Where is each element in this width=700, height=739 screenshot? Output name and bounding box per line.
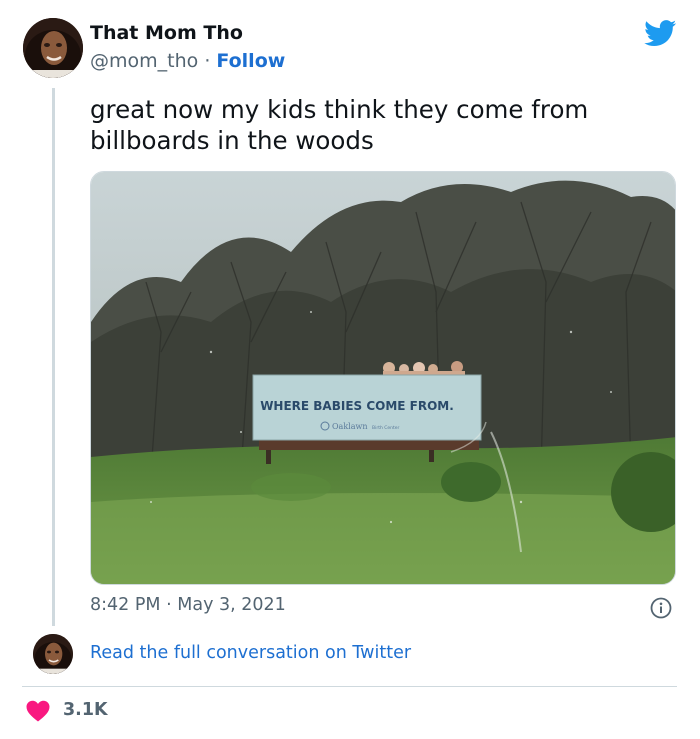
billboard-photo: WHERE BABIES COME FROM. Oaklawn Birth Ce… [91,172,675,584]
author-name[interactable]: That Mom Tho [90,22,243,44]
tweet-photo[interactable]: WHERE BABIES COME FROM. Oaklawn Birth Ce… [90,171,676,585]
billboard-tagline: Birth Center [372,425,400,431]
tweet-time: 8:42 PM [90,595,161,615]
reply-avatar[interactable] [33,634,73,674]
author-handle-row: @mom_tho · Follow [90,50,285,72]
author-handle[interactable]: @mom_tho [90,50,198,72]
twitter-bird-icon[interactable] [644,20,677,47]
billboard-headline: WHERE BABIES COME FROM. [260,399,454,413]
follow-button[interactable]: Follow [216,50,285,72]
like-count[interactable]: 3.1K [63,700,108,720]
info-icon[interactable] [650,597,672,619]
timestamp-separator: · [166,595,172,615]
footer-divider [22,686,677,687]
handle-separator: · [204,50,211,72]
heart-icon[interactable] [26,700,50,722]
thread-connector-line [52,88,55,626]
tweet-timestamp[interactable]: 8:42 PM · May 3, 2021 [90,595,286,615]
tweet-text: great now my kids think they come from b… [90,95,589,155]
read-full-conversation-link[interactable]: Read the full conversation on Twitter [90,643,411,663]
avatar-image [23,18,83,78]
tweet-date: May 3, 2021 [177,595,286,615]
avatar-image-small [33,634,73,674]
billboard-brand: Oaklawn [332,422,368,431]
author-avatar[interactable] [23,18,83,78]
